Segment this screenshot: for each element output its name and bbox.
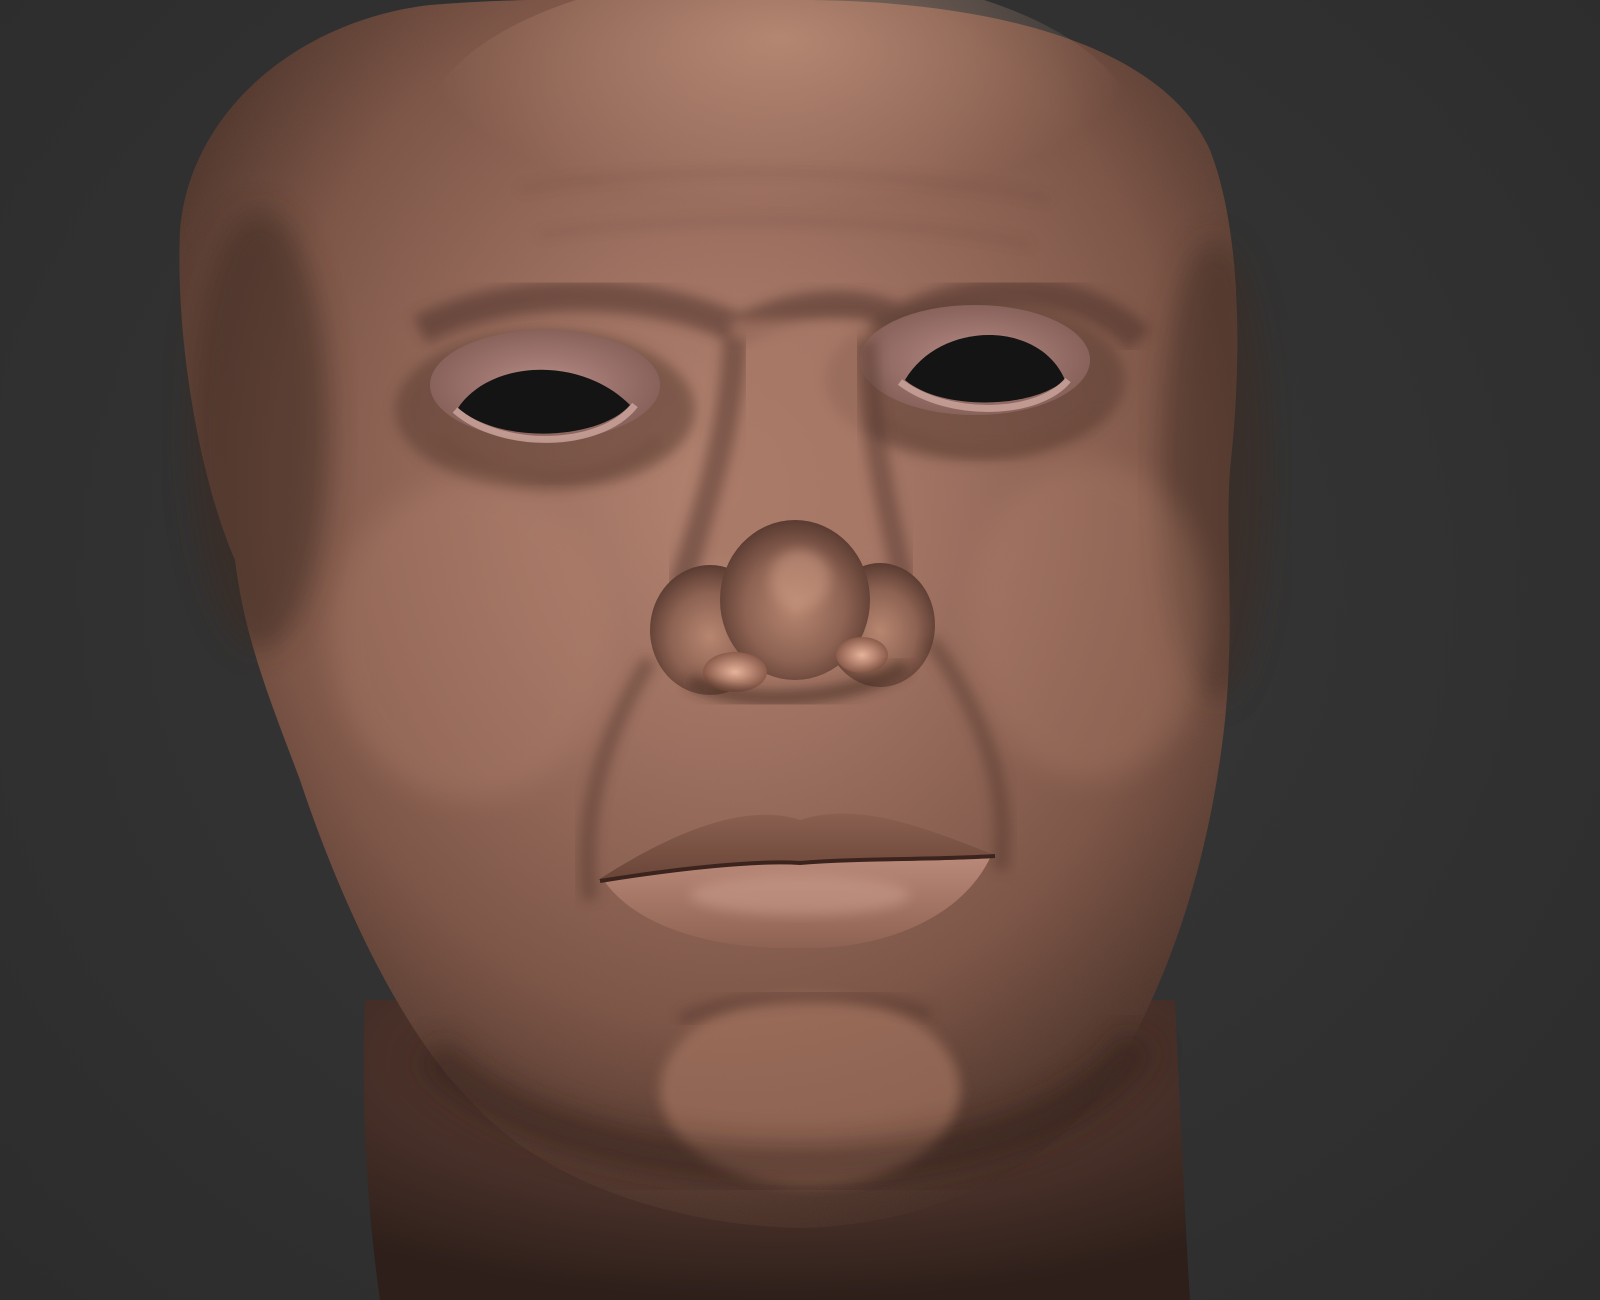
left-temple-shadow [190,210,330,650]
sculpt-viewport[interactable] [0,0,1600,1300]
lower-lip-highlight [690,875,910,915]
right-cheek [970,460,1210,780]
right-nostril [836,637,888,673]
left-cheek [330,480,610,800]
left-eye[interactable] [395,330,695,490]
nose-tip-highlight [770,550,830,610]
sculpt-canvas[interactable] [0,0,1600,1300]
